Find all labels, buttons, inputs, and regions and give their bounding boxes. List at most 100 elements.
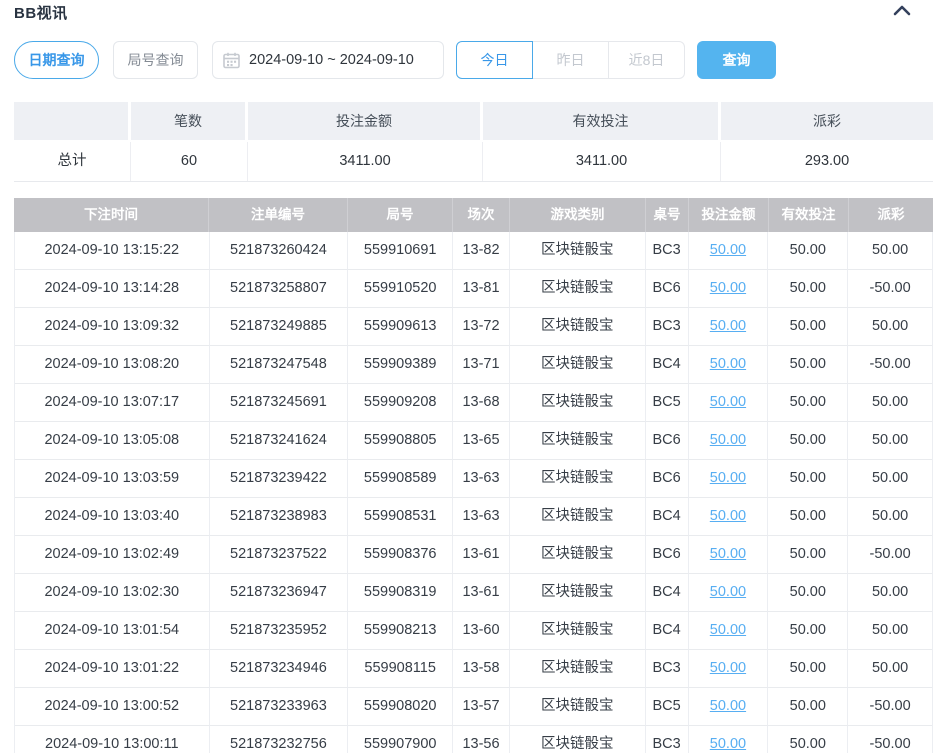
cell-game-type: 区块链骰宝 [510, 460, 646, 498]
last-8-days-button[interactable]: 近8日 [608, 41, 685, 79]
cell-order-id: 521873260424 [210, 232, 349, 270]
col-header-bet-amount: 投注金额 [689, 198, 769, 232]
cell-valid-bet: 50.00 [768, 574, 848, 612]
collapse-button[interactable] [885, 2, 919, 22]
bet-amount-link[interactable]: 50.00 [710, 394, 746, 410]
cell-valid-bet: 50.00 [768, 422, 848, 460]
summary-total-payout: 293.00 [721, 142, 933, 181]
bet-amount-link[interactable]: 50.00 [710, 242, 746, 258]
cell-valid-bet: 50.00 [768, 346, 848, 384]
cell-game-type: 区块链骰宝 [510, 308, 646, 346]
date-range-value: 2024-09-10 ~ 2024-09-10 [249, 52, 414, 68]
cell-bet-amount: 50.00 [689, 384, 769, 422]
col-header-session: 场次 [453, 198, 510, 232]
bet-amount-link[interactable]: 50.00 [710, 622, 746, 638]
cell-valid-bet: 50.00 [768, 384, 848, 422]
cell-valid-bet: 50.00 [768, 498, 848, 536]
today-button[interactable]: 今日 [456, 41, 533, 79]
bet-amount-link[interactable]: 50.00 [710, 736, 746, 752]
bet-amount-link[interactable]: 50.00 [710, 508, 746, 524]
cell-bet-time: 2024-09-10 13:08:20 [15, 346, 210, 384]
cell-round-id: 559908531 [348, 498, 453, 536]
col-header-payout: 派彩 [849, 198, 933, 232]
cell-table-no: BC4 [646, 346, 689, 384]
cell-bet-time: 2024-09-10 13:05:08 [15, 422, 210, 460]
cell-game-type: 区块链骰宝 [510, 536, 646, 574]
bet-amount-link[interactable]: 50.00 [710, 280, 746, 296]
cell-valid-bet: 50.00 [768, 726, 848, 753]
cell-valid-bet: 50.00 [768, 232, 848, 270]
bet-amount-link[interactable]: 50.00 [710, 660, 746, 676]
search-button[interactable]: 查询 [697, 41, 776, 79]
cell-payout: -50.00 [848, 346, 932, 384]
col-header-table-no: 桌号 [646, 198, 689, 232]
cell-game-type: 区块链骰宝 [510, 498, 646, 536]
bet-amount-link[interactable]: 50.00 [710, 584, 746, 600]
chevron-up-icon [893, 3, 911, 21]
bet-amount-link[interactable]: 50.00 [710, 432, 746, 448]
cell-bet-amount: 50.00 [689, 688, 769, 726]
cell-game-type: 区块链骰宝 [510, 384, 646, 422]
cell-bet-amount: 50.00 [689, 460, 769, 498]
cell-table-no: BC3 [646, 308, 689, 346]
cell-order-id: 521873239422 [210, 460, 349, 498]
cell-table-no: BC6 [646, 536, 689, 574]
round-query-tab[interactable]: 局号查询 [113, 41, 198, 79]
table-row: 2024-09-10 13:14:28521873258807559910520… [15, 270, 932, 308]
date-range-input[interactable]: 2024-09-10 ~ 2024-09-10 [212, 41, 444, 79]
cell-table-no: BC6 [646, 422, 689, 460]
table-row: 2024-09-10 13:01:22521873234946559908115… [15, 650, 932, 688]
cell-game-type: 区块链骰宝 [510, 726, 646, 753]
table-row: 2024-09-10 13:07:17521873245691559909208… [15, 384, 932, 422]
col-header-round-id: 局号 [348, 198, 453, 232]
cell-payout: 50.00 [848, 422, 932, 460]
cell-round-id: 559908805 [348, 422, 453, 460]
cell-table-no: BC6 [646, 270, 689, 308]
cell-payout: -50.00 [848, 536, 932, 574]
cell-session: 13-63 [453, 460, 510, 498]
bet-amount-link[interactable]: 50.00 [710, 698, 746, 714]
cell-round-id: 559908020 [348, 688, 453, 726]
cell-table-no: BC4 [646, 612, 689, 650]
date-query-tab[interactable]: 日期查询 [14, 41, 99, 79]
yesterday-button[interactable]: 昨日 [532, 41, 609, 79]
cell-payout: 50.00 [848, 650, 932, 688]
bet-amount-link[interactable]: 50.00 [710, 356, 746, 372]
cell-session: 13-63 [453, 498, 510, 536]
quick-range-group: 今日 昨日 近8日 [456, 41, 685, 79]
cell-payout: 50.00 [848, 460, 932, 498]
cell-session: 13-61 [453, 574, 510, 612]
cell-round-id: 559908213 [348, 612, 453, 650]
cell-bet-amount: 50.00 [689, 536, 769, 574]
cell-order-id: 521873232756 [210, 726, 349, 753]
cell-bet-time: 2024-09-10 13:01:22 [15, 650, 210, 688]
cell-game-type: 区块链骰宝 [510, 232, 646, 270]
summary-header-blank [14, 102, 131, 140]
cell-table-no: BC5 [646, 688, 689, 726]
cell-bet-time: 2024-09-10 13:03:40 [15, 498, 210, 536]
summary-table: 笔数 投注金额 有效投注 派彩 总计 60 3411.00 3411.00 29… [14, 102, 933, 182]
cell-bet-amount: 50.00 [689, 232, 769, 270]
cell-game-type: 区块链骰宝 [510, 688, 646, 726]
cell-session: 13-72 [453, 308, 510, 346]
cell-session: 13-82 [453, 232, 510, 270]
cell-order-id: 521873234946 [210, 650, 349, 688]
records-body: 2024-09-10 13:15:22521873260424559910691… [14, 232, 933, 753]
bet-amount-link[interactable]: 50.00 [710, 318, 746, 334]
cell-order-id: 521873235952 [210, 612, 349, 650]
bet-amount-link[interactable]: 50.00 [710, 470, 746, 486]
cell-round-id: 559909613 [348, 308, 453, 346]
cell-bet-amount: 50.00 [689, 574, 769, 612]
cell-payout: 50.00 [848, 612, 932, 650]
cell-bet-time: 2024-09-10 13:02:49 [15, 536, 210, 574]
table-row: 2024-09-10 13:03:40521873238983559908531… [15, 498, 932, 536]
bet-amount-link[interactable]: 50.00 [710, 546, 746, 562]
bet-records-panel: BB视讯 日期查询 局号查询 2024-09-10 ~ 2024-09-10 今… [0, 0, 947, 753]
cell-table-no: BC3 [646, 726, 689, 753]
cell-session: 13-81 [453, 270, 510, 308]
cell-round-id: 559909208 [348, 384, 453, 422]
cell-game-type: 区块链骰宝 [510, 346, 646, 384]
table-row: 2024-09-10 13:02:30521873236947559908319… [15, 574, 932, 612]
cell-bet-time: 2024-09-10 13:09:32 [15, 308, 210, 346]
cell-payout: 50.00 [848, 232, 932, 270]
